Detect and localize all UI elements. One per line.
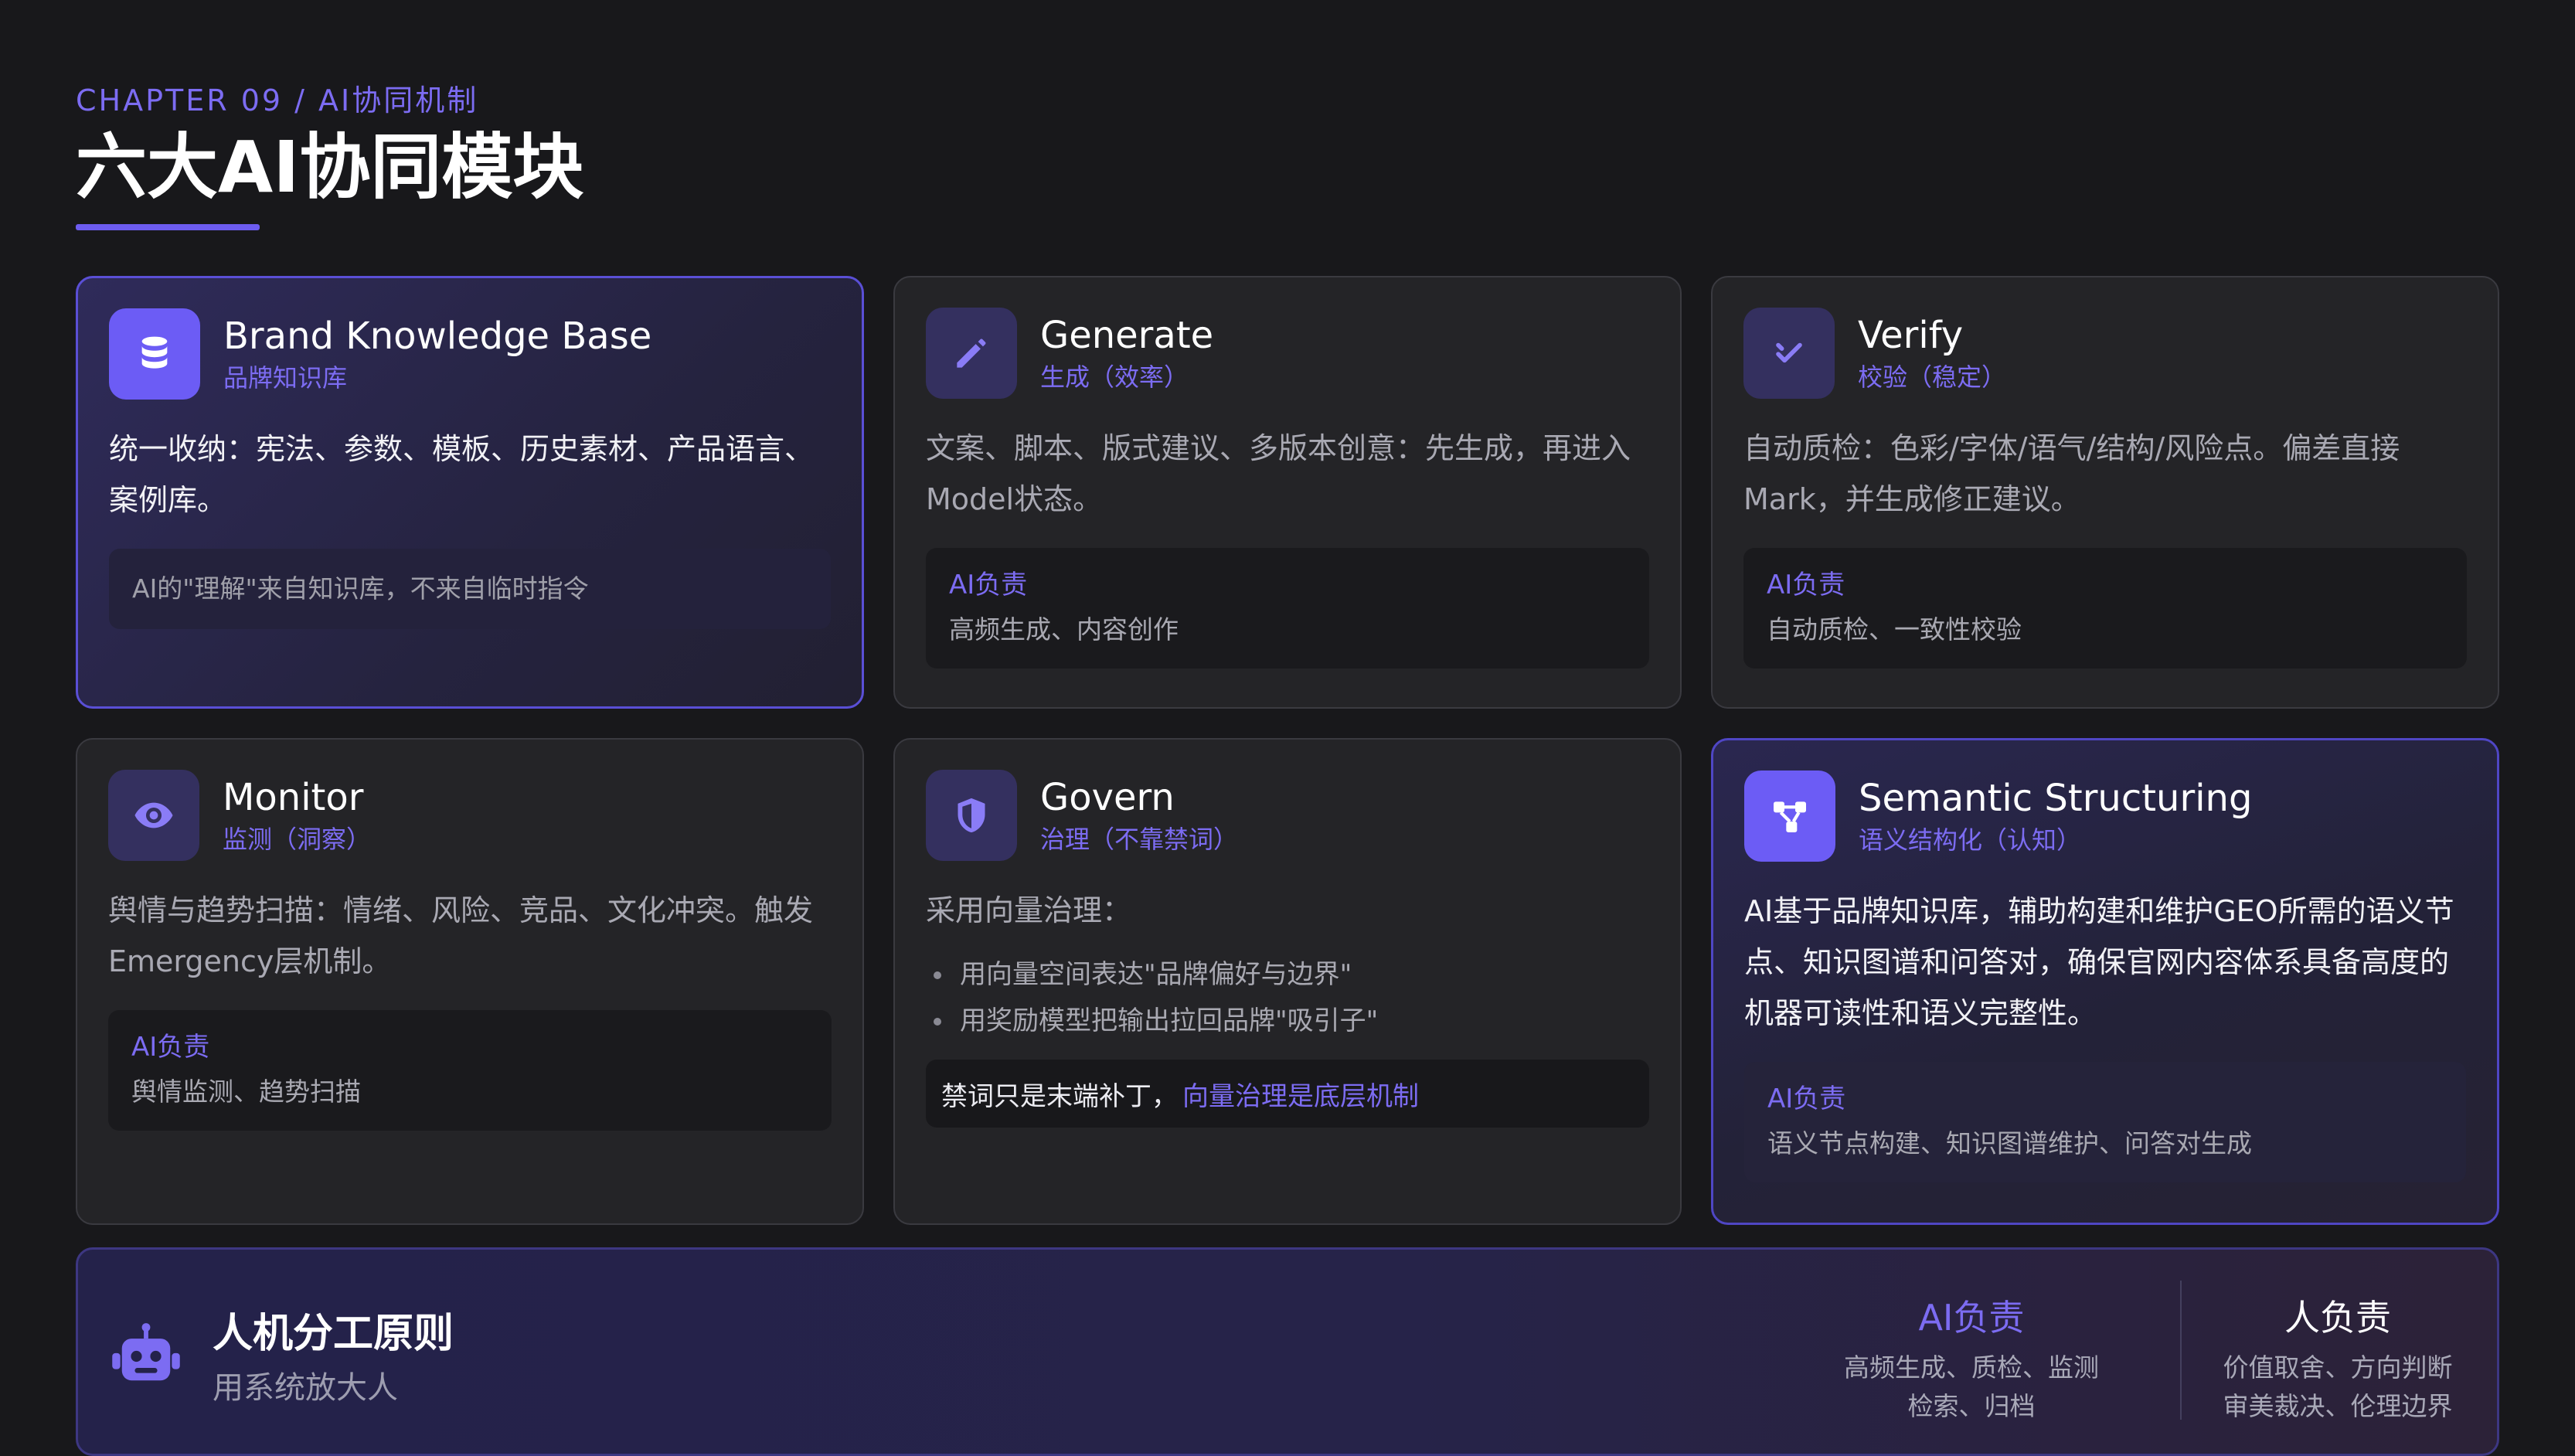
card-description: 舆情与趋势扫描：情绪、风险、竞品、文化冲突。触发Emergency层机制。 [108, 893, 814, 978]
card-monitor[interactable]: Monitor 监测（洞察） 舆情与趋势扫描：情绪、风险、竞品、文化冲突。触发E… [76, 738, 864, 1225]
card-govern[interactable]: Govern 治理（不靠禁词） 采用向量治理： 用向量空间表达"品牌偏好与边界"… [893, 738, 1682, 1225]
card-title: Semantic Structuring [1859, 777, 2253, 820]
card-subtitle: 语义结构化（认知） [1859, 825, 2082, 855]
check-icon [1743, 308, 1835, 399]
robot-icon [107, 1318, 185, 1395]
chapter-label: CHAPTER 09 / AI协同机制 [76, 83, 479, 117]
page-header: CHAPTER 09 / AI协同机制 六大AI协同模块 [76, 77, 583, 230]
human-responsibility-column: 人负责 价值取舍、方向判断 审美裁决、伦理边界 [2214, 1290, 2461, 1426]
card-subtitle: 治理（不靠禁词） [1040, 825, 1239, 854]
note-text: 语义节点构建、知识图谱维护、问答对生成 [1767, 1128, 2252, 1158]
card-title: Generate [1040, 314, 1214, 357]
note-label: AI负责 [131, 1032, 210, 1063]
card-title: Monitor [223, 776, 364, 819]
page-title: 六大AI协同模块 [76, 126, 584, 209]
card-verify[interactable]: Verify 校验（稳定） 自动质检：色彩/字体/语气/结构/风险点。偏差直接M… [1711, 276, 2499, 709]
card-description: AI基于品牌知识库，辅助构建和维护GEO所需的语义节点、知识图谱和问答对，确保官… [1744, 894, 2454, 1030]
note-label: AI负责 [1767, 1083, 1846, 1114]
note-label: AI负责 [1767, 570, 1845, 600]
card-description: 统一收纳：宪法、参数、模板、历史素材、产品语言、案例库。 [109, 432, 815, 517]
bullet-list: 用向量空间表达"品牌偏好与边界" 用奖励模型把输出拉回品牌"吸引子" [926, 951, 1649, 1044]
card-description: 采用向量治理： [926, 893, 1132, 927]
card-note: AI负责 语义节点构建、知识图谱维护、问答对生成 [1744, 1062, 2466, 1182]
card-semantic-structuring[interactable]: Semantic Structuring 语义结构化（认知） AI基于品牌知识库… [1711, 738, 2499, 1225]
principle-title: 人机分工原则 [213, 1311, 454, 1357]
card-subtitle: 校验（稳定） [1858, 362, 2007, 392]
column-divider [2180, 1281, 2182, 1420]
human-heading: 人负责 [2284, 1297, 2391, 1339]
card-description: 文案、脚本、版式建议、多版本创意：先生成，再进入Model状态。 [926, 431, 1631, 516]
card-note: AI负责 高频生成、内容创作 [926, 548, 1649, 668]
shield-icon [926, 770, 1017, 861]
ai-responsibility-column: AI负责 高频生成、质检、监测 检索、归档 [1840, 1290, 2103, 1426]
database-icon [109, 308, 200, 400]
human-duties-line2: 审美裁决、伦理边界 [2223, 1391, 2453, 1421]
list-item: 用奖励模型把输出拉回品牌"吸引子" [926, 998, 1649, 1044]
card-description: 自动质检：色彩/字体/语气/结构/风险点。偏差直接Mark，并生成修正建议。 [1743, 431, 2400, 516]
title-underline [76, 224, 260, 230]
note-text: 舆情监测、趋势扫描 [131, 1077, 361, 1107]
callout-text: 禁词只是末端补丁， [941, 1080, 1178, 1112]
ai-duties-line1: 高频生成、质检、监测 [1844, 1352, 2099, 1383]
human-duties-line1: 价值取舍、方向判断 [2223, 1352, 2453, 1383]
card-title: Brand Knowledge Base [223, 315, 652, 358]
card-note-text: AI的"理解"来自知识库，不来自临时指令 [132, 573, 589, 604]
principle-subtitle: 用系统放大人 [213, 1370, 398, 1406]
card-brand-knowledge-base[interactable]: Brand Knowledge Base 品牌知识库 统一收纳：宪法、参数、模板… [76, 276, 864, 709]
division-principle-panel: 人机分工原则 用系统放大人 AI负责 高频生成、质检、监测 检索、归档 人负责 … [76, 1247, 2499, 1456]
card-title: Govern [1040, 776, 1175, 819]
note-text: 高频生成、内容创作 [949, 614, 1179, 645]
note-label: AI负责 [949, 570, 1028, 600]
graph-nodes-icon [1744, 771, 1835, 862]
card-subtitle: 生成（效率） [1040, 362, 1189, 392]
ai-heading: AI负责 [1918, 1297, 2025, 1339]
card-note: AI负责 自动质检、一致性校验 [1743, 548, 2467, 668]
list-item: 用向量空间表达"品牌偏好与边界" [926, 951, 1649, 998]
card-title: Verify [1858, 314, 1964, 357]
card-subtitle: 监测（洞察） [223, 825, 372, 854]
pencil-icon [926, 308, 1017, 399]
card-note: AI的"理解"来自知识库，不来自临时指令 [109, 549, 831, 629]
govern-callout: 禁词只是末端补丁， 向量治理是底层机制 [926, 1060, 1649, 1128]
card-subtitle: 品牌知识库 [223, 363, 348, 393]
card-note: AI负责 舆情监测、趋势扫描 [108, 1010, 832, 1131]
card-generate[interactable]: Generate 生成（效率） 文案、脚本、版式建议、多版本创意：先生成，再进入… [893, 276, 1682, 709]
eye-icon [108, 770, 199, 861]
ai-duties-line2: 检索、归档 [1907, 1391, 2036, 1421]
callout-highlight: 向量治理是底层机制 [1182, 1080, 1419, 1112]
note-text: 自动质检、一致性校验 [1767, 614, 2022, 645]
